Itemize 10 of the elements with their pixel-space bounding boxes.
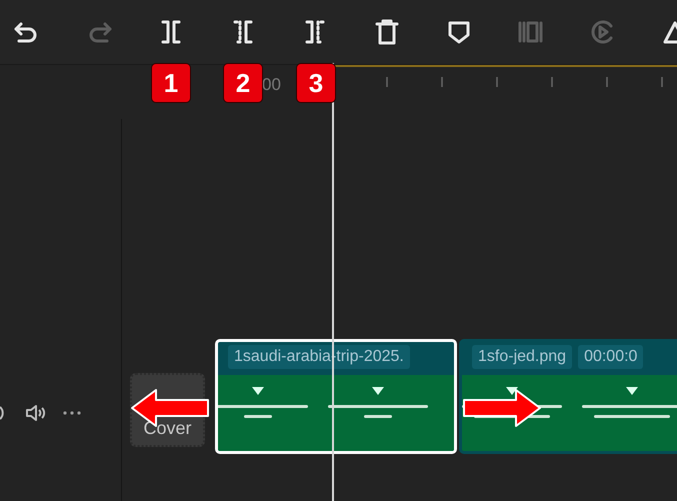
volume-icon[interactable] <box>25 403 47 423</box>
video-clip[interactable]: 1sfo-jed.png 00:00:0 <box>459 339 677 454</box>
delete-icon[interactable] <box>373 18 401 46</box>
timecode-label: 00 <box>262 75 281 95</box>
clip-duration: 00:00:0 <box>578 345 644 369</box>
clip-name: 1sfo-jed.png <box>472 345 572 369</box>
step-number: 1 <box>151 63 191 103</box>
step-number: 3 <box>296 63 336 103</box>
more-icon[interactable] <box>62 410 82 416</box>
step-number: 2 <box>223 63 263 103</box>
